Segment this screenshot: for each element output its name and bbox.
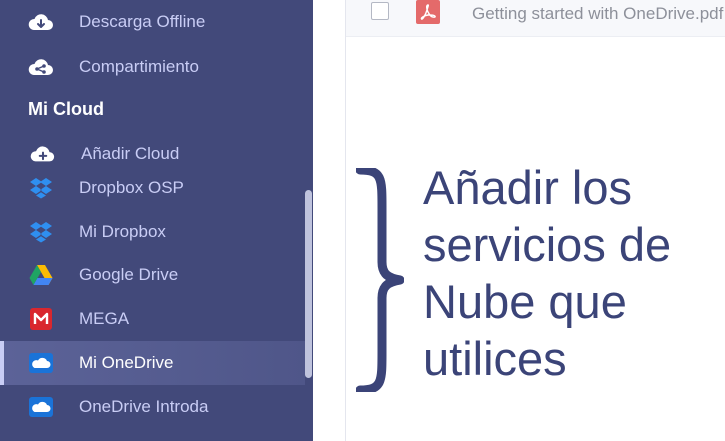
sidebar-item-label: Google Drive [79,265,179,284]
onedrive-icon [28,352,54,374]
sidebar-item-label: Dropbox OSP [79,178,184,197]
cloud-download-icon [28,11,54,33]
brace-icon [356,168,404,392]
mega-icon [28,308,54,330]
sidebar-item-sharing[interactable]: Compartimiento [0,45,305,89]
pdf-icon [416,0,440,24]
dropbox-icon [28,221,54,243]
sidebar-item-offline-download[interactable]: Descarga Offline [0,0,305,44]
sidebar-item-label: OneDrive Introda [79,397,209,416]
sidebar-item-my-onedrive[interactable]: Mi OneDrive [0,341,305,385]
sidebar-item-label: MEGA [79,309,130,328]
google-drive-icon [28,264,54,286]
cloud-share-icon [28,56,54,78]
sidebar-item-my-dropbox[interactable]: Mi Dropbox [0,210,305,254]
sidebar-item-label: Mi OneDrive [79,353,174,372]
annotation-text: Añadir los servicios de Nube que utilice… [423,161,672,385]
sidebar-item-label: Mi Dropbox [79,222,166,241]
sidebar-item-google-drive[interactable]: Google Drive [0,253,305,297]
section-title-my-cloud: Mi Cloud [28,99,104,119]
sidebar-item-mega[interactable]: MEGA [0,297,305,341]
file-checkbox[interactable] [371,2,389,20]
dropbox-icon [28,177,54,199]
sidebar-item-label: Compartimiento [79,57,199,76]
file-name[interactable]: Getting started with OneDrive.pdf [472,4,725,24]
sidebar-item-dropbox-osp[interactable]: Dropbox OSP [0,166,305,210]
sidebar-scrollbar[interactable] [305,190,312,378]
sidebar: Descarga Offline Compartimiento Mi Cloud… [0,0,313,441]
sidebar-item-label: Descarga Offline [79,12,206,31]
onedrive-icon [28,396,54,418]
panel-divider [345,0,346,441]
cloud-add-icon [30,143,56,165]
sidebar-item-label: Añadir Cloud [81,144,180,163]
sidebar-item-onedrive-introda[interactable]: OneDrive Introda [0,385,305,429]
